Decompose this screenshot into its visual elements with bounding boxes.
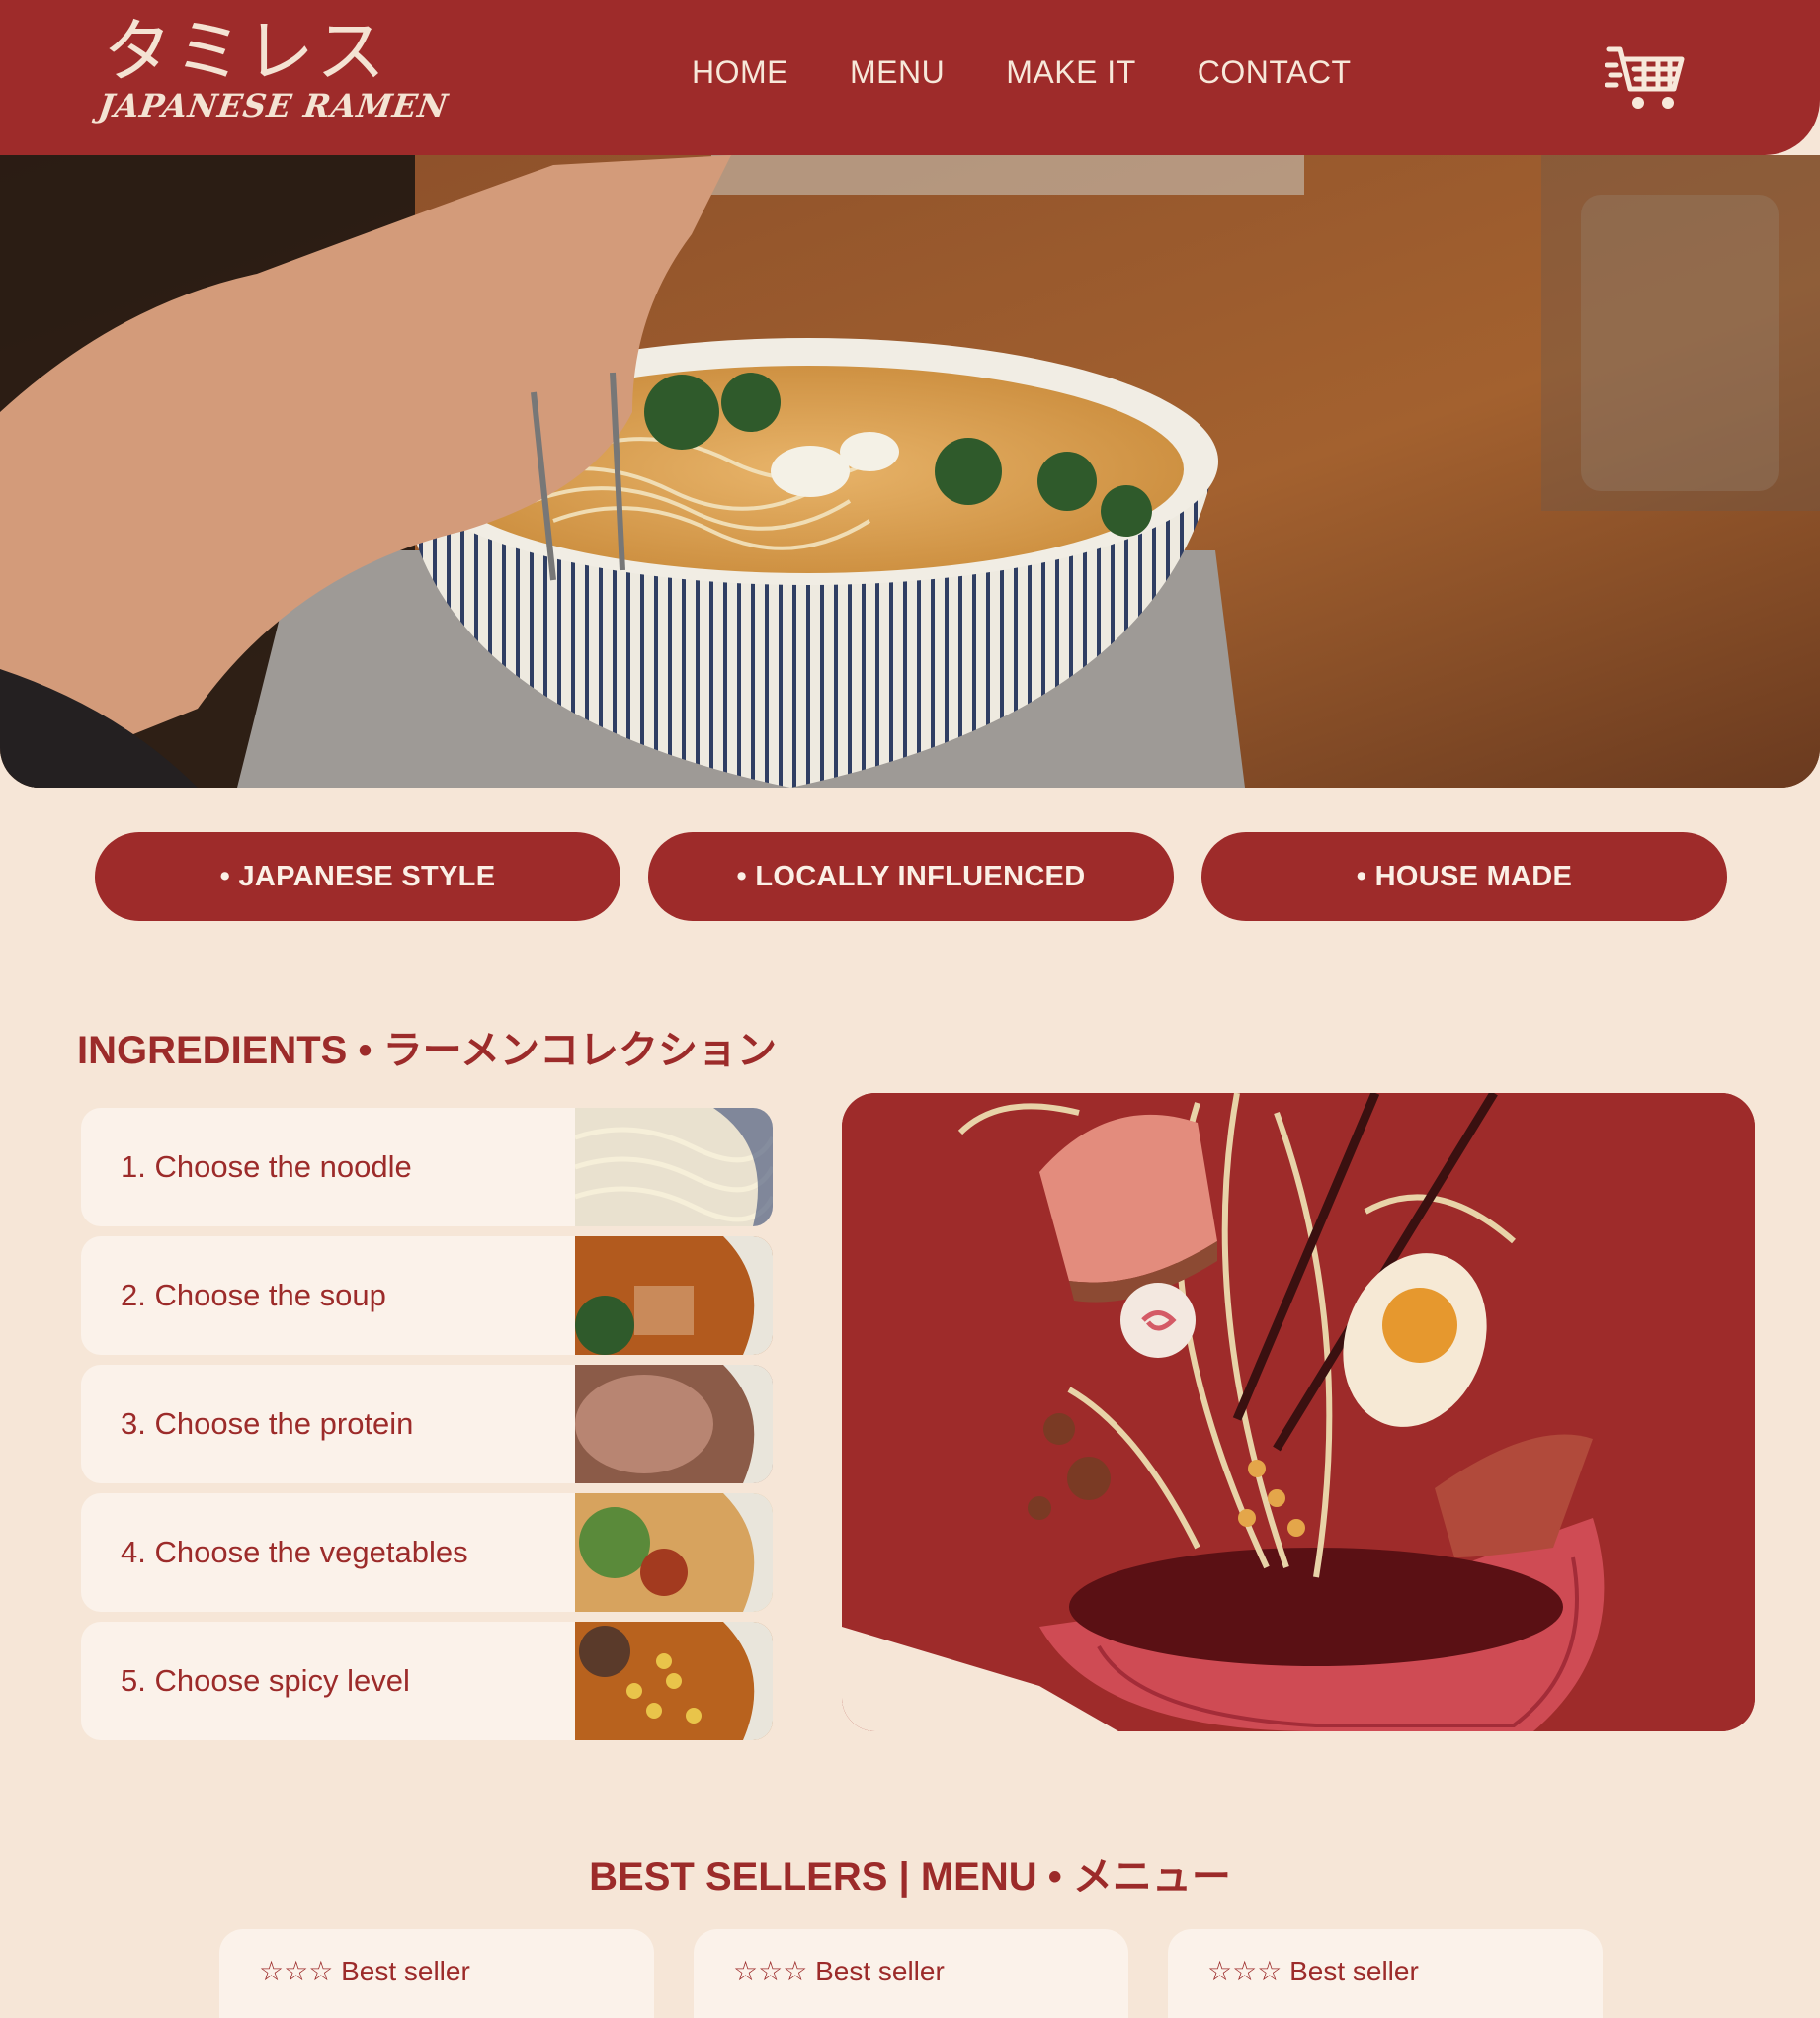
feature-pill-house-made[interactable]: • HOUSE MADE — [1201, 832, 1727, 921]
site-header: タミレス JAPANESE RAMEN HOME MENU MAKE IT CO… — [0, 0, 1820, 155]
step-label: 5. Choose spicy level — [121, 1663, 410, 1698]
step-label: 3. Choose the protein — [121, 1406, 414, 1441]
protein-thumbnail — [575, 1365, 773, 1483]
step-protein[interactable]: 3. Choose the protein — [81, 1365, 773, 1483]
main-nav: HOME MENU MAKE IT CONTACT — [692, 54, 1352, 91]
menu-card[interactable]: ☆☆☆ Best seller — [219, 1929, 654, 2018]
brand-logo[interactable]: タミレス JAPANESE RAMEN — [96, 11, 451, 125]
best-seller-badge: ☆☆☆ Best seller — [1207, 1956, 1419, 1986]
step-label: 1. Choose the noodle — [121, 1149, 412, 1184]
step-label: 2. Choose the soup — [121, 1278, 386, 1312]
menu-card[interactable]: ☆☆☆ Best seller — [694, 1929, 1128, 2018]
nav-make-it[interactable]: MAKE IT — [1006, 54, 1136, 91]
cart-icon[interactable] — [1605, 43, 1688, 113]
pill-label: • LOCALLY INFLUENCED — [736, 860, 1086, 892]
step-label: 4. Choose the vegetables — [121, 1535, 468, 1569]
best-seller-badge: ☆☆☆ Best seller — [733, 1956, 945, 1986]
menu-card[interactable]: ☆☆☆ Best seller — [1168, 1929, 1603, 2018]
nav-home[interactable]: HOME — [692, 54, 788, 91]
nav-menu[interactable]: MENU — [850, 54, 945, 91]
pill-label: • JAPANESE STYLE — [219, 860, 496, 892]
feature-pill-locally-influenced[interactable]: • LOCALLY INFLUENCED — [648, 832, 1174, 921]
vegetables-thumbnail — [575, 1493, 773, 1612]
best-sellers-title: BEST SELLERS | MENU • メニュー — [589, 1855, 1231, 1898]
ingredients-title: INGREDIENTS • ラーメンコレクション — [77, 1029, 777, 1072]
noodle-thumbnail — [575, 1108, 773, 1226]
brand-name-jp: タミレス — [103, 11, 387, 92]
spicy-thumbnail — [575, 1622, 773, 1740]
feature-pill-japanese-style[interactable]: • JAPANESE STYLE — [95, 832, 620, 921]
step-soup[interactable]: 2. Choose the soup — [81, 1236, 773, 1355]
nav-contact[interactable]: CONTACT — [1198, 54, 1352, 91]
pill-label: • HOUSE MADE — [1356, 860, 1573, 892]
hero-image — [0, 155, 1820, 788]
ingredient-steps: 1. Choose the noodle 2. Choose the soup … — [81, 1108, 773, 1750]
brand-name-en: JAPANESE RAMEN — [96, 87, 451, 125]
soup-thumbnail — [575, 1236, 773, 1355]
step-vegetables[interactable]: 4. Choose the vegetables — [81, 1493, 773, 1612]
step-noodle[interactable]: 1. Choose the noodle — [81, 1108, 773, 1226]
best-seller-badge: ☆☆☆ Best seller — [259, 1956, 470, 1986]
step-spicy-level[interactable]: 5. Choose spicy level — [81, 1622, 773, 1740]
ramen-illustration — [842, 1093, 1755, 1731]
